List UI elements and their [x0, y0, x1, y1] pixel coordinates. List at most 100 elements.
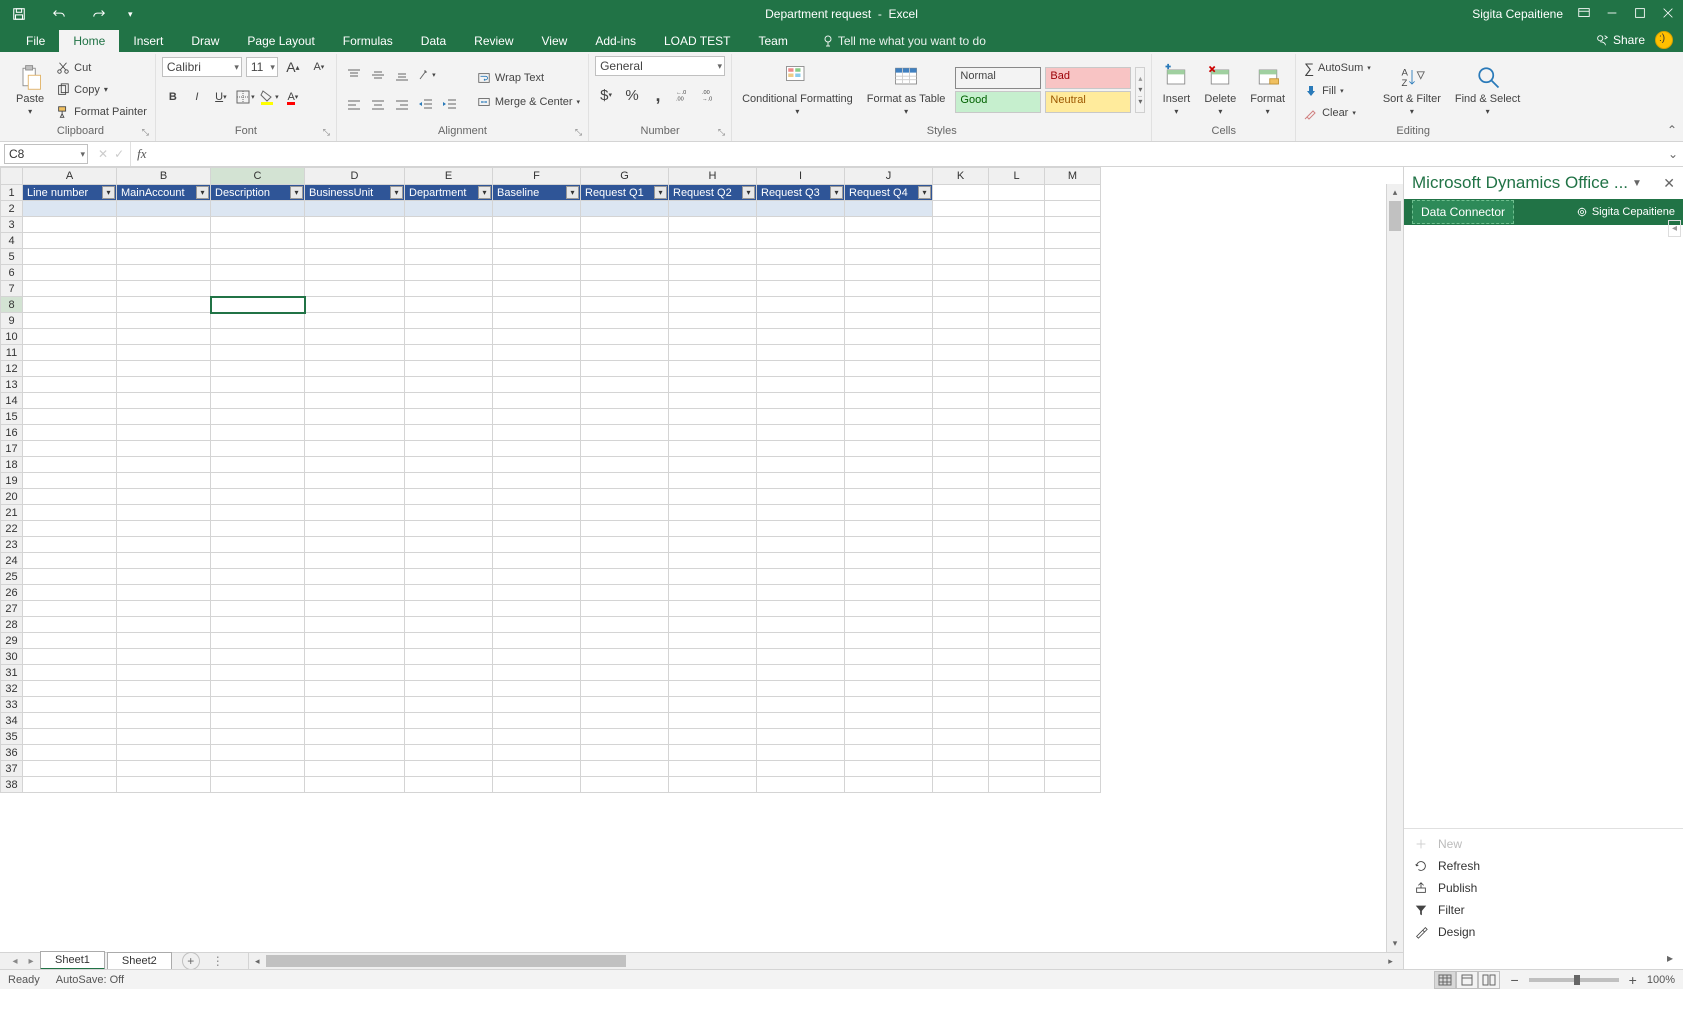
select-all-corner[interactable] [1, 168, 23, 185]
cell-G11[interactable] [581, 345, 669, 361]
align-bottom-icon[interactable] [391, 64, 413, 86]
cell-C7[interactable] [211, 281, 305, 297]
font-color-icon[interactable]: A▾ [282, 86, 304, 108]
cell-M11[interactable] [1045, 345, 1101, 361]
cell-A2[interactable] [23, 201, 117, 217]
cell-K7[interactable] [933, 281, 989, 297]
delete-cells-button[interactable]: Delete▾ [1200, 61, 1240, 118]
cell-E26[interactable] [405, 585, 493, 601]
name-box[interactable]: C8 [4, 144, 88, 164]
cell-M27[interactable] [1045, 601, 1101, 617]
cell-F30[interactable] [493, 649, 581, 665]
cell-K9[interactable] [933, 313, 989, 329]
cell-E37[interactable] [405, 761, 493, 777]
cell-E9[interactable] [405, 313, 493, 329]
sheet-tab-sheet2[interactable]: Sheet2 [107, 952, 172, 969]
cell-C4[interactable] [211, 233, 305, 249]
cell-M10[interactable] [1045, 329, 1101, 345]
cell-G30[interactable] [581, 649, 669, 665]
cell-L17[interactable] [989, 441, 1045, 457]
cell-I21[interactable] [757, 505, 845, 521]
scroll-up-icon[interactable]: ▴ [1387, 184, 1403, 201]
cell-A32[interactable] [23, 681, 117, 697]
col-header-K[interactable]: K [933, 168, 989, 185]
formula-input[interactable] [153, 144, 1663, 164]
cell-G23[interactable] [581, 537, 669, 553]
cell-G28[interactable] [581, 617, 669, 633]
cell-K26[interactable] [933, 585, 989, 601]
cell-A12[interactable] [23, 361, 117, 377]
cell-I16[interactable] [757, 425, 845, 441]
cell-G22[interactable] [581, 521, 669, 537]
cell-J18[interactable] [845, 457, 933, 473]
cell-J38[interactable] [845, 777, 933, 793]
cell-H2[interactable] [669, 201, 757, 217]
cell-G13[interactable] [581, 377, 669, 393]
spreadsheet-grid[interactable]: ABCDEFGHIJKLM1Line number▾MainAccount▾De… [0, 167, 1101, 793]
cell-F17[interactable] [493, 441, 581, 457]
underline-icon[interactable]: U▾ [210, 86, 232, 108]
cell-C3[interactable] [211, 217, 305, 233]
cell-B11[interactable] [117, 345, 211, 361]
cell-L38[interactable] [989, 777, 1045, 793]
cell-L23[interactable] [989, 537, 1045, 553]
cell-K28[interactable] [933, 617, 989, 633]
cell-C2[interactable] [211, 201, 305, 217]
cell-H35[interactable] [669, 729, 757, 745]
cell-A1[interactable]: Line number▾ [23, 185, 117, 201]
cell-M15[interactable] [1045, 409, 1101, 425]
cell-J14[interactable] [845, 393, 933, 409]
cell-K16[interactable] [933, 425, 989, 441]
cell-E15[interactable] [405, 409, 493, 425]
tab-draw[interactable]: Draw [177, 30, 233, 52]
percent-format-icon[interactable]: % [621, 84, 643, 106]
cell-H18[interactable] [669, 457, 757, 473]
cell-B26[interactable] [117, 585, 211, 601]
filter-icon[interactable]: ▾ [830, 186, 843, 199]
fill-button[interactable]: Fill▾ [1302, 83, 1373, 99]
tab-home[interactable]: Home [59, 30, 119, 52]
style-good[interactable]: Good [955, 91, 1041, 113]
cell-F28[interactable] [493, 617, 581, 633]
cell-H1[interactable]: Request Q2▾ [669, 185, 757, 201]
cell-H17[interactable] [669, 441, 757, 457]
cell-D4[interactable] [305, 233, 405, 249]
cell-G29[interactable] [581, 633, 669, 649]
cell-D31[interactable] [305, 665, 405, 681]
cell-K10[interactable] [933, 329, 989, 345]
align-center-icon[interactable] [367, 94, 389, 116]
number-launcher-icon[interactable]: ⤡ [718, 127, 725, 138]
cell-J27[interactable] [845, 601, 933, 617]
row-header-30[interactable]: 30 [1, 649, 23, 665]
cell-L24[interactable] [989, 553, 1045, 569]
cell-I5[interactable] [757, 249, 845, 265]
cell-G9[interactable] [581, 313, 669, 329]
cell-L33[interactable] [989, 697, 1045, 713]
cell-E29[interactable] [405, 633, 493, 649]
cell-H9[interactable] [669, 313, 757, 329]
cell-L4[interactable] [989, 233, 1045, 249]
cell-I1[interactable]: Request Q3▾ [757, 185, 845, 201]
cell-K35[interactable] [933, 729, 989, 745]
row-header-8[interactable]: 8 [1, 297, 23, 313]
cell-H30[interactable] [669, 649, 757, 665]
cell-C26[interactable] [211, 585, 305, 601]
cell-I7[interactable] [757, 281, 845, 297]
cell-G16[interactable] [581, 425, 669, 441]
cell-I25[interactable] [757, 569, 845, 585]
cell-G5[interactable] [581, 249, 669, 265]
cell-H19[interactable] [669, 473, 757, 489]
cell-D19[interactable] [305, 473, 405, 489]
cell-E28[interactable] [405, 617, 493, 633]
cell-K34[interactable] [933, 713, 989, 729]
cell-I38[interactable] [757, 777, 845, 793]
cell-B19[interactable] [117, 473, 211, 489]
cell-B24[interactable] [117, 553, 211, 569]
cell-E33[interactable] [405, 697, 493, 713]
cell-M18[interactable] [1045, 457, 1101, 473]
cell-G10[interactable] [581, 329, 669, 345]
cell-B2[interactable] [117, 201, 211, 217]
cell-C29[interactable] [211, 633, 305, 649]
cell-D34[interactable] [305, 713, 405, 729]
cell-J36[interactable] [845, 745, 933, 761]
